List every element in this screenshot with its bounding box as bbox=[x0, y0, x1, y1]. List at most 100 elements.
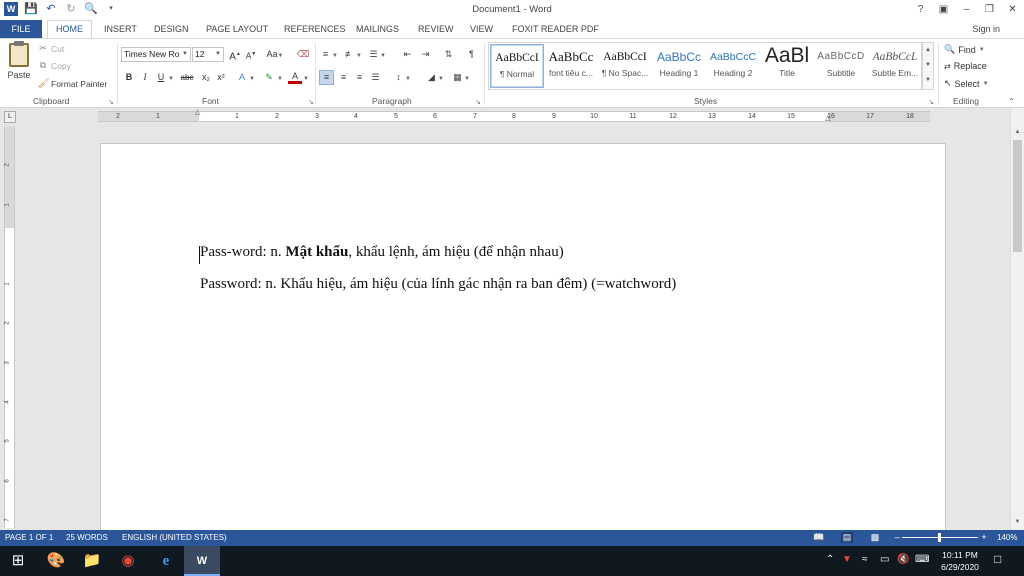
document-paragraph-1[interactable]: Pass-word: n. Mật khẩu, khẩu lệnh, ám hi… bbox=[200, 244, 564, 261]
antivirus-tray-icon[interactable]: ▼ bbox=[842, 554, 852, 565]
underline-button[interactable]: U bbox=[154, 70, 168, 85]
bullets-options-icon[interactable]: ▼ bbox=[331, 47, 339, 62]
zoom-in-icon[interactable]: + bbox=[978, 532, 990, 543]
document-page[interactable]: Pass-word: n. Mật khẩu, khẩu lệnh, ám hi… bbox=[100, 143, 946, 530]
style-heading-1[interactable]: AaBbCc Heading 1 bbox=[652, 44, 706, 88]
font-color-button[interactable]: A bbox=[288, 70, 302, 84]
numbering-options-icon[interactable]: ▼ bbox=[355, 47, 363, 62]
style-heading-2[interactable]: AaBbCcC Heading 2 bbox=[706, 44, 760, 88]
font-color-options-icon[interactable]: ▼ bbox=[302, 70, 310, 85]
style-subtitle[interactable]: AaBbCcD Subtitle bbox=[814, 44, 868, 88]
format-painter-button[interactable]: 🖌 Format Painter bbox=[38, 78, 107, 89]
align-right-icon[interactable]: ≡ bbox=[352, 70, 367, 85]
highlight-color-icon[interactable]: ✎ bbox=[262, 70, 276, 85]
superscript-button[interactable]: x² bbox=[214, 70, 228, 85]
text-effects-options-icon[interactable]: ▼ bbox=[248, 70, 256, 85]
vertical-ruler[interactable]: 2 1 1 2 3 4 5 6 7 bbox=[4, 126, 15, 528]
styles-launcher-icon[interactable]: ↘ bbox=[928, 98, 934, 106]
sort-icon[interactable]: ⇅ bbox=[441, 47, 456, 62]
minimize-button[interactable]: – bbox=[955, 0, 978, 20]
network-icon[interactable]: ≈ bbox=[862, 554, 868, 565]
line-spacing-options-icon[interactable]: ▼ bbox=[404, 70, 412, 85]
clipboard-launcher-icon[interactable]: ↘ bbox=[108, 98, 114, 106]
chrome-icon[interactable]: ◉ bbox=[110, 546, 146, 576]
word-taskbar-icon[interactable]: W bbox=[184, 546, 220, 576]
page-count[interactable]: PAGE 1 OF 1 bbox=[5, 533, 53, 542]
cut-button[interactable]: ✂ Cut bbox=[38, 43, 64, 54]
scroll-up-icon[interactable]: ▲ bbox=[1011, 126, 1024, 138]
multilevel-options-icon[interactable]: ▼ bbox=[379, 47, 387, 62]
read-mode-icon[interactable]: 📖 bbox=[813, 532, 825, 543]
document-paragraph-2[interactable]: Password: n. Khẩu hiệu, ám hiệu (của lín… bbox=[200, 276, 676, 293]
tab-mailings[interactable]: MAILINGS bbox=[350, 22, 405, 36]
increase-indent-icon[interactable]: ⇥ bbox=[418, 47, 433, 62]
paragraph-launcher-icon[interactable]: ↘ bbox=[475, 98, 481, 106]
close-button[interactable]: ✕ bbox=[1001, 0, 1024, 20]
print-layout-icon[interactable]: ▤ bbox=[841, 532, 853, 543]
windows-start-icon[interactable]: ⊞ bbox=[0, 546, 36, 576]
chevron-down-icon[interactable]: ▼ bbox=[923, 58, 933, 73]
subscript-button[interactable]: x₂ bbox=[199, 70, 213, 85]
style-title[interactable]: AaBl Title bbox=[760, 44, 814, 88]
paste-button[interactable]: Paste bbox=[6, 41, 32, 93]
word-count[interactable]: 25 WORDS bbox=[66, 533, 108, 542]
more-styles-icon[interactable]: ▼ bbox=[923, 73, 933, 88]
clear-formatting-icon[interactable]: ⌫ bbox=[296, 47, 310, 62]
zoom-level[interactable]: 140% bbox=[997, 533, 1017, 542]
underline-options-icon[interactable]: ▼ bbox=[167, 70, 175, 85]
chevron-up-icon[interactable]: ▲ bbox=[923, 43, 933, 58]
justify-icon[interactable]: ☰ bbox=[368, 70, 383, 85]
restore-button[interactable]: ❐ bbox=[978, 0, 1001, 20]
strikethrough-button[interactable]: abc bbox=[178, 70, 196, 85]
tab-home[interactable]: HOME bbox=[47, 20, 92, 39]
paint-app-icon[interactable]: 🎨 bbox=[38, 546, 74, 576]
align-center-icon[interactable]: ≡ bbox=[336, 70, 351, 85]
tab-references[interactable]: REFERENCES bbox=[278, 22, 352, 36]
tab-page-layout[interactable]: PAGE LAYOUT bbox=[200, 22, 274, 36]
show-hidden-icons-icon[interactable]: ⌃ bbox=[826, 554, 834, 565]
tab-insert[interactable]: INSERT bbox=[98, 22, 143, 36]
tab-selector[interactable]: L bbox=[4, 111, 16, 123]
shading-options-icon[interactable]: ▼ bbox=[437, 70, 445, 85]
edge-browser-icon[interactable]: e bbox=[148, 546, 184, 576]
collapse-ribbon-icon[interactable]: ⌃ bbox=[1008, 97, 1015, 106]
font-family-select[interactable]: Times New Ro ▼ bbox=[121, 47, 191, 62]
sign-in-link[interactable]: Sign in bbox=[972, 24, 1000, 34]
tab-design[interactable]: DESIGN bbox=[148, 22, 195, 36]
grow-font-button[interactable]: A▲ bbox=[228, 47, 242, 62]
notification-center-icon[interactable]: □ bbox=[994, 552, 1001, 566]
highlight-options-icon[interactable]: ▼ bbox=[276, 70, 284, 85]
align-left-icon[interactable]: ≡ bbox=[319, 70, 334, 85]
right-indent-marker-icon[interactable]: △ bbox=[825, 114, 830, 122]
shrink-font-button[interactable]: A▼ bbox=[244, 47, 258, 62]
zoom-slider-thumb[interactable] bbox=[938, 533, 941, 542]
style-normal[interactable]: AaBbCcI ¶ Normal bbox=[490, 44, 544, 88]
scroll-down-icon[interactable]: ▼ bbox=[1011, 516, 1024, 528]
change-case-button[interactable]: Aa▼ bbox=[264, 47, 286, 62]
horizontal-ruler[interactable]: 2 1 1 2 3 4 5 6 7 8 9 10 11 12 13 14 15 … bbox=[98, 109, 930, 122]
volume-muted-icon[interactable]: 🔇 bbox=[897, 554, 909, 565]
system-clock[interactable]: 10:11 PM 6/29/2020 bbox=[936, 549, 984, 573]
tab-foxit-reader-pdf[interactable]: FOXIT READER PDF bbox=[506, 22, 605, 36]
decrease-indent-icon[interactable]: ⇤ bbox=[400, 47, 415, 62]
text-effects-button[interactable]: A bbox=[236, 70, 248, 85]
scrollbar-thumb[interactable] bbox=[1013, 140, 1022, 252]
style-no-spacing[interactable]: AaBbCcI ¶ No Spac... bbox=[598, 44, 652, 88]
show-formatting-button[interactable]: ¶ bbox=[464, 47, 479, 62]
tab-review[interactable]: REVIEW bbox=[412, 22, 460, 36]
bold-button[interactable]: B bbox=[122, 70, 136, 85]
style-font-tieu-chuan[interactable]: AaBbCc font tiêu c... bbox=[544, 44, 598, 88]
find-button[interactable]: 🔍 Find ▼ bbox=[944, 44, 985, 55]
replace-button[interactable]: ⇄ Replace bbox=[944, 61, 987, 71]
borders-options-icon[interactable]: ▼ bbox=[463, 70, 471, 85]
font-launcher-icon[interactable]: ↘ bbox=[308, 98, 314, 106]
font-size-select[interactable]: 12 ▼ bbox=[192, 47, 224, 62]
web-layout-icon[interactable]: ▩ bbox=[869, 532, 881, 543]
keyboard-icon[interactable]: ⌨ bbox=[915, 554, 929, 565]
select-button[interactable]: ↖ Select ▼ bbox=[944, 78, 989, 89]
help-button[interactable]: ? bbox=[909, 0, 932, 20]
style-subtle-emphasis[interactable]: AaBbCcL Subtle Em... bbox=[868, 44, 922, 88]
file-explorer-icon[interactable]: 📁 bbox=[74, 546, 110, 576]
battery-icon[interactable]: ▭ bbox=[880, 554, 889, 565]
italic-button[interactable]: I bbox=[138, 70, 152, 85]
